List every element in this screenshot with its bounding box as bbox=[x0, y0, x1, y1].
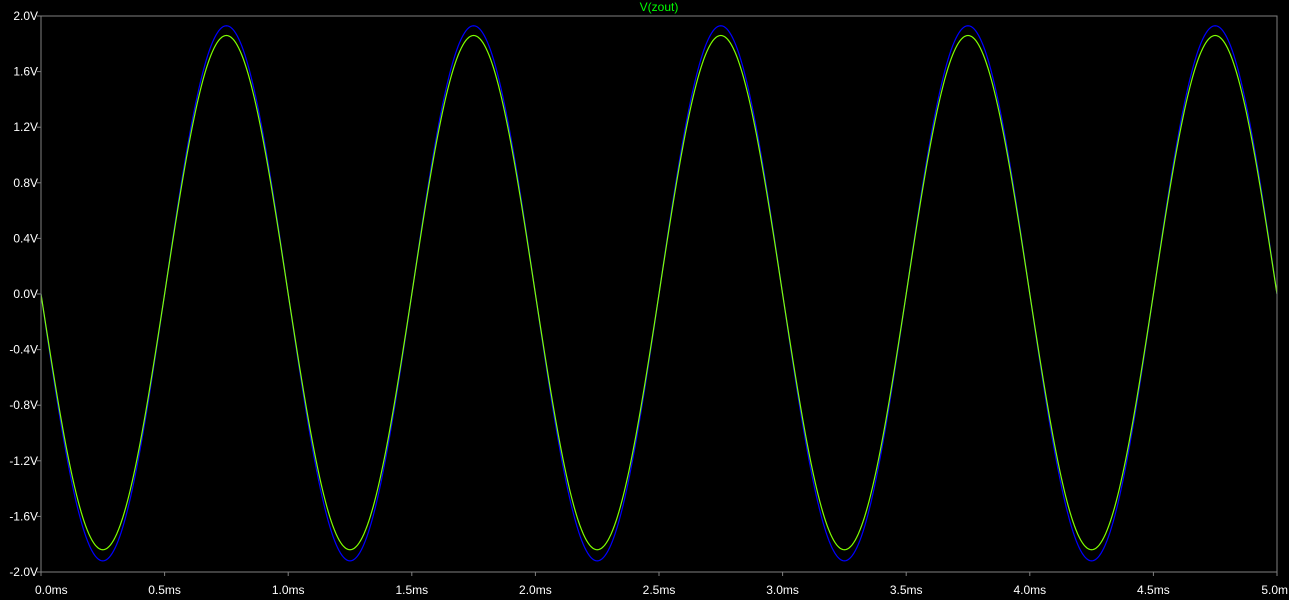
y-tick-label: 0.8V bbox=[13, 176, 38, 190]
x-tick-label: 0.0ms bbox=[35, 583, 68, 597]
x-tick-label: 5.0m bbox=[1261, 583, 1288, 597]
x-tick-label: 1.5ms bbox=[395, 583, 428, 597]
x-tick-label: 2.5ms bbox=[643, 583, 676, 597]
y-tick-label: 0.0V bbox=[13, 287, 38, 301]
y-tick-label: -0.8V bbox=[9, 398, 38, 412]
x-tick-label: 2.0ms bbox=[519, 583, 552, 597]
y-tick-label: 0.4V bbox=[13, 231, 38, 245]
y-tick-label: -0.4V bbox=[9, 343, 38, 357]
chart-title: V(zout) bbox=[640, 0, 679, 14]
y-tick-label: -1.2V bbox=[9, 454, 38, 468]
waveform-plot[interactable]: V(zout) 2.0V 1.6V 1.2V 0.8V 0.4V 0.0V -0.4V -0.… bbox=[0, 0, 1289, 600]
x-tick-label: 4.0ms bbox=[1013, 583, 1046, 597]
x-tick-label: 0.5ms bbox=[148, 583, 181, 597]
x-tick-label: 3.5ms bbox=[890, 583, 923, 597]
y-tick-label: -1.6V bbox=[9, 509, 38, 523]
x-tick-label: 1.0ms bbox=[272, 583, 305, 597]
y-tick-label: 1.2V bbox=[13, 120, 38, 134]
plot-background bbox=[0, 0, 1289, 600]
y-tick-label: -2.0V bbox=[9, 565, 38, 579]
x-tick-label: 3.0ms bbox=[766, 583, 799, 597]
y-tick-label: 2.0V bbox=[13, 9, 38, 23]
x-tick-label: 4.5ms bbox=[1137, 583, 1170, 597]
y-tick-label: 1.6V bbox=[13, 65, 38, 79]
